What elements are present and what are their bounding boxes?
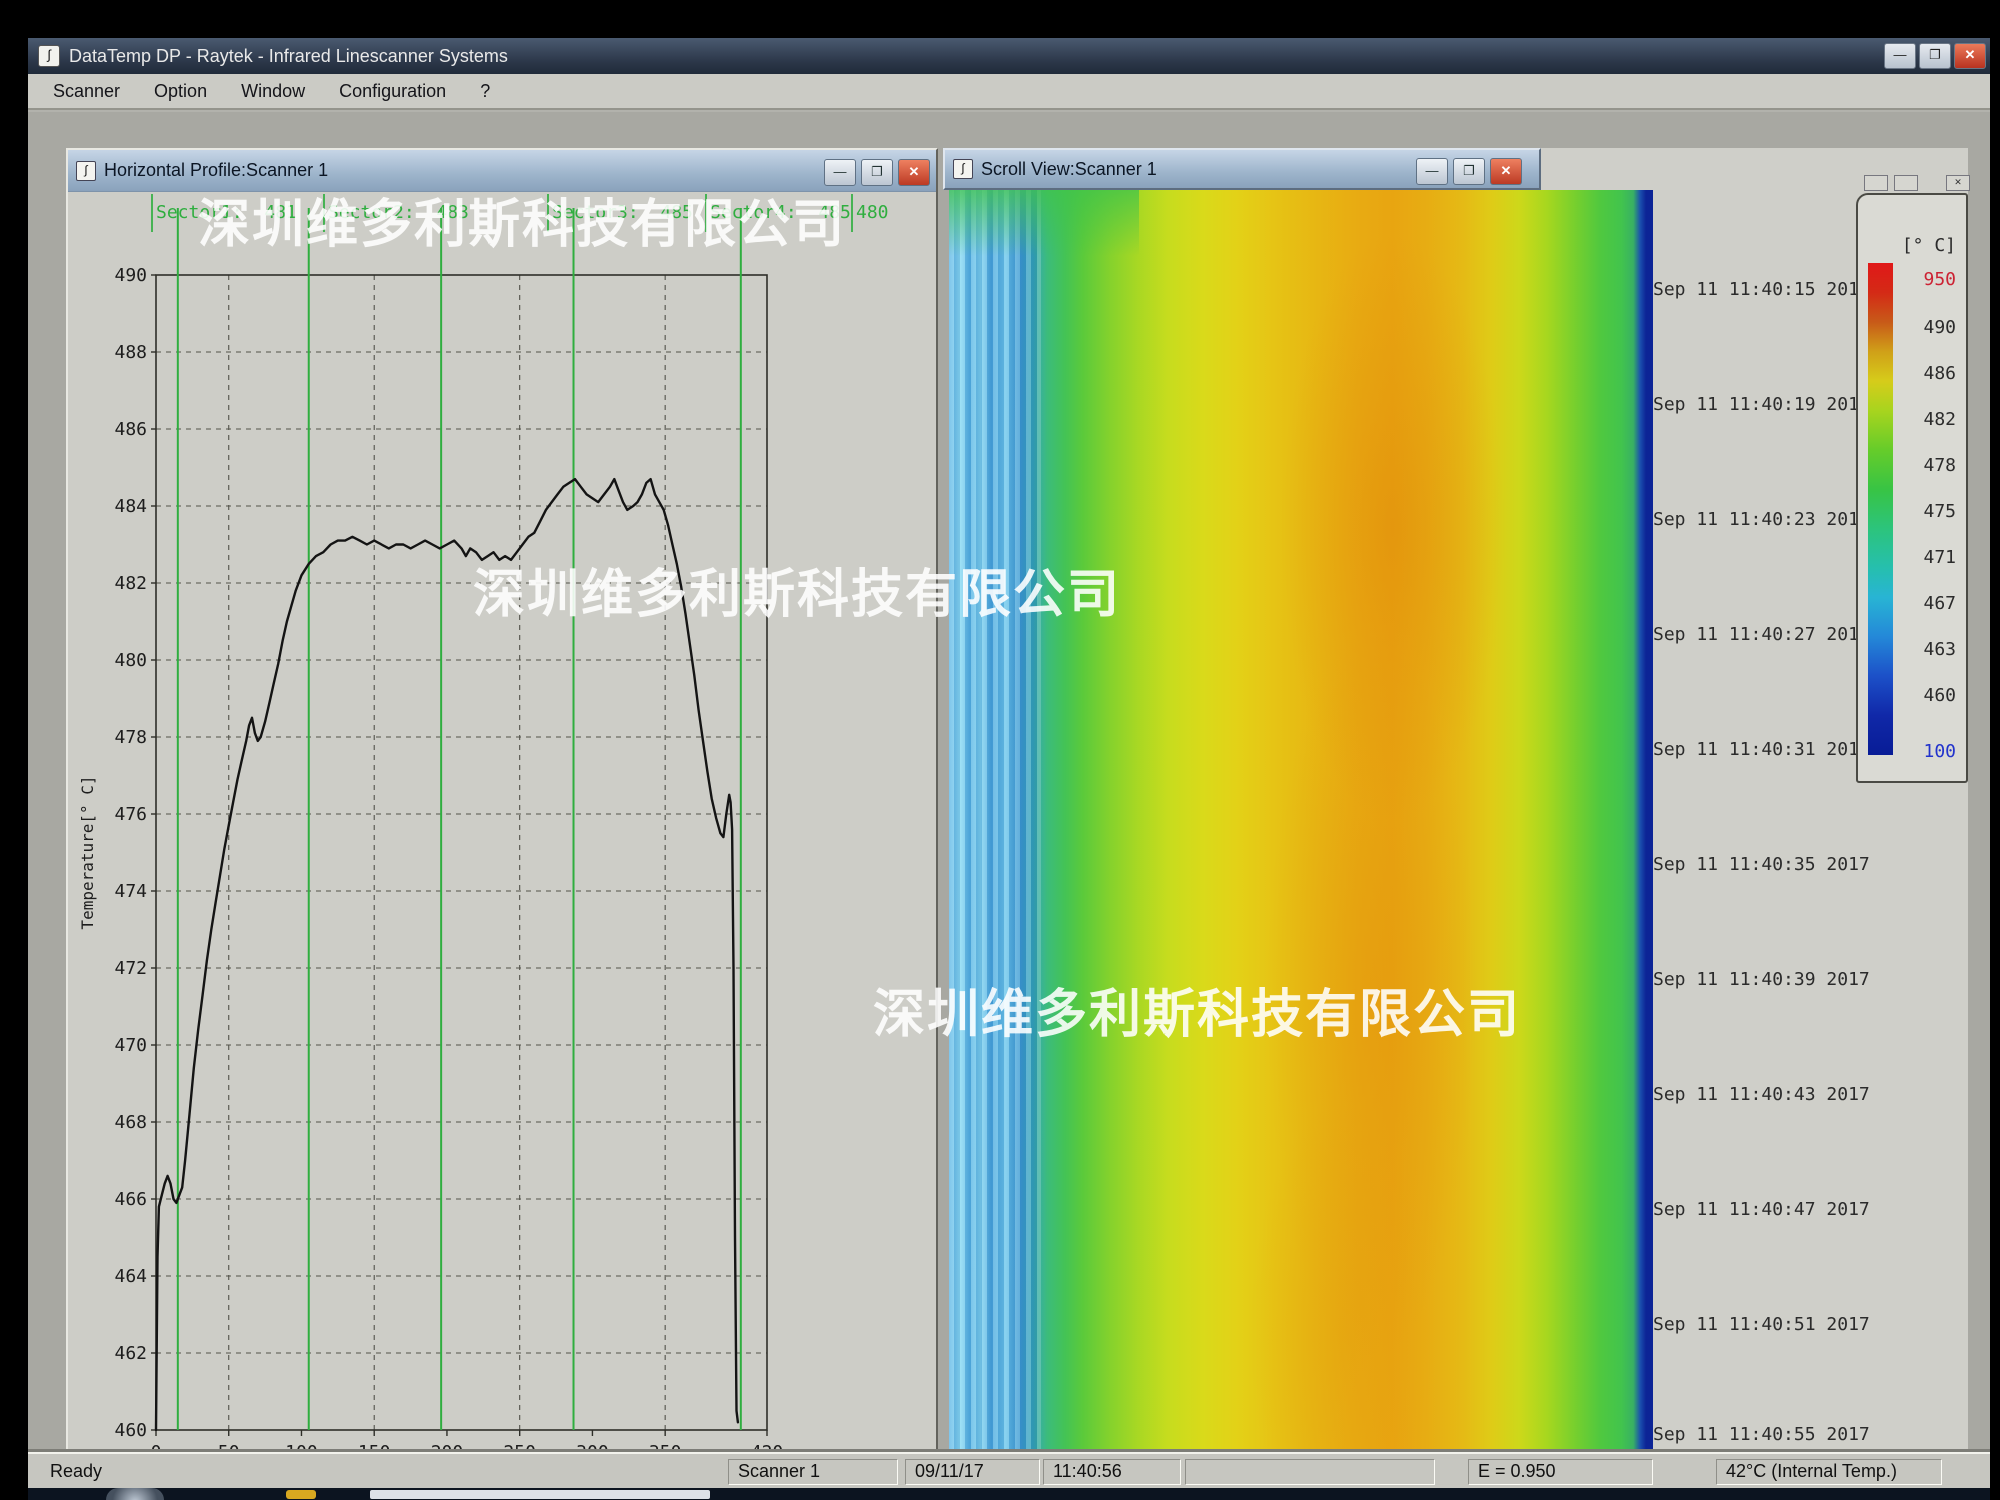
minimize-button[interactable] xyxy=(1864,175,1888,191)
close-button[interactable]: ✕ xyxy=(1954,43,1986,69)
scroll-window-title: Scroll View:Scanner 1 xyxy=(981,159,1157,180)
legend-min-value: 100 xyxy=(1923,741,1956,762)
chart-axis-labels: 460 462 464 466 468 470 472 474 476 478 480 482 484 4… xyxy=(78,265,783,1486)
status-time: 11:40:56 xyxy=(1043,1459,1181,1485)
close-button[interactable]: ✕ xyxy=(898,159,930,186)
scroll-window-controls: — ❐ ✕ xyxy=(1416,158,1522,185)
scan-line-timestamp: Sep 11 11:40:35 2017 xyxy=(1653,854,1870,875)
scan-line-timestamp: Sep 11 11:40:55 2017 xyxy=(1653,1424,1870,1445)
taskbar-app-button[interactable] xyxy=(370,1490,710,1499)
thermal-top-green xyxy=(949,190,1139,256)
taskbar xyxy=(28,1488,1990,1500)
scan-line-timestamp: Sep 11 11:40:19 2017 xyxy=(1653,394,1870,415)
legend-tick-value: 463 xyxy=(1923,639,1956,660)
svg-text:482: 482 xyxy=(114,573,147,594)
legend-color-bar xyxy=(1868,263,1893,755)
profile-window-controls: — ❐ ✕ xyxy=(824,159,930,186)
sector-boundary-lines xyxy=(178,208,741,1430)
minimize-button[interactable]: — xyxy=(1416,158,1448,185)
status-bar: Ready Scanner 1 09/11/17 11:40:56 E = 0.… xyxy=(28,1452,1990,1490)
close-button[interactable]: ✕ xyxy=(1490,158,1522,185)
app-title: DataTemp DP - Raytek - Infrared Linescan… xyxy=(69,46,508,67)
svg-text:486: 486 xyxy=(114,419,147,440)
svg-text:488: 488 xyxy=(114,342,147,363)
profile-titlebar[interactable]: ∫ Horizontal Profile:Scanner 1 xyxy=(68,150,936,192)
restore-button[interactable] xyxy=(1894,175,1918,191)
legend-max-value: 950 xyxy=(1923,269,1956,290)
status-empty-segment xyxy=(1185,1459,1435,1485)
temperature-curve xyxy=(156,479,738,1430)
svg-text:466: 466 xyxy=(114,1189,147,1210)
taskbar-folder-icon[interactable] xyxy=(286,1490,316,1499)
legend-tick-value: 475 xyxy=(1923,501,1956,522)
legend-tick-value: 486 xyxy=(1923,363,1956,384)
app-icon: ∫ xyxy=(38,45,60,67)
svg-text:484: 484 xyxy=(114,496,147,517)
menu-item-configuration[interactable]: Configuration xyxy=(322,75,463,108)
scan-line-timestamp: Sep 11 11:40:31 2017 xyxy=(1653,739,1870,760)
minimize-button[interactable]: — xyxy=(824,159,856,186)
scan-line-timestamp: Sep 11 11:40:27 2017 xyxy=(1653,624,1870,645)
menu-bar: ScannerOptionWindowConfiguration? xyxy=(28,74,1990,110)
temperature-legend: [° C] 950 490 486 482 478 475 471 467 463 460 10… xyxy=(1856,193,1968,783)
scroll-view-titlebar[interactable]: ∫ Scroll View:Scanner 1 — ❐ ✕ xyxy=(943,148,1541,190)
legend-tick-value: 471 xyxy=(1923,547,1956,568)
restore-button[interactable]: ❐ xyxy=(1919,43,1951,69)
svg-text:474: 474 xyxy=(114,881,147,902)
scan-line-timestamp: Sep 11 11:40:23 2017 xyxy=(1653,509,1870,530)
svg-text:468: 468 xyxy=(114,1112,147,1133)
svg-text:480: 480 xyxy=(114,650,147,671)
svg-text:470: 470 xyxy=(114,1035,147,1056)
scroll-window-icon: ∫ xyxy=(953,159,973,179)
chart-gridlines xyxy=(156,275,767,1430)
legend-tick-value: 482 xyxy=(1923,409,1956,430)
svg-text:490: 490 xyxy=(114,265,147,286)
status-emissivity: E = 0.950 xyxy=(1468,1459,1653,1485)
svg-text:Temperature[° C]: Temperature[° C] xyxy=(78,775,97,929)
legend-tick-value: 467 xyxy=(1923,593,1956,614)
status-date: 09/11/17 xyxy=(905,1459,1040,1485)
legend-unit: [° C] xyxy=(1902,235,1956,256)
legend-tick-value: 490 xyxy=(1923,317,1956,338)
main-titlebar: ∫ DataTemp DP - Raytek - Infrared Linesc… xyxy=(28,38,1990,74)
scan-line-timestamp: Sep 11 11:40:39 2017 xyxy=(1653,969,1870,990)
legend-tick-value: 478 xyxy=(1923,455,1956,476)
close-icon[interactable]: ✕ xyxy=(1946,175,1970,191)
status-scanner: Scanner 1 xyxy=(728,1459,898,1485)
restore-button[interactable]: ❐ xyxy=(1453,158,1485,185)
svg-text:472: 472 xyxy=(114,958,147,979)
thermal-scroll-image[interactable] xyxy=(949,190,1653,1490)
profile-chart: 460 462 464 466 468 470 472 474 476 478 480 482 484 4… xyxy=(76,206,932,1486)
status-internal-temp: 42°C (Internal Temp.) xyxy=(1716,1459,1942,1485)
scan-line-timestamp: Sep 11 11:40:15 2017 xyxy=(1653,279,1870,300)
chart-axes xyxy=(151,275,767,1436)
horizontal-profile-window: ∫ Horizontal Profile:Scanner 1 — ❐ ✕ Sec… xyxy=(66,148,938,1488)
profile-window-icon: ∫ xyxy=(76,161,96,181)
scan-line-timestamp: Sep 11 11:40:43 2017 xyxy=(1653,1084,1870,1105)
thermal-hot-spots xyxy=(949,190,1653,1490)
svg-text:462: 462 xyxy=(114,1343,147,1364)
scan-line-timestamp: Sep 11 11:40:51 2017 xyxy=(1653,1314,1870,1335)
svg-text:478: 478 xyxy=(114,727,147,748)
main-window-controls: — ❐ ✕ xyxy=(1884,43,1986,69)
start-button[interactable] xyxy=(106,1488,164,1500)
menu-item-help[interactable]: ? xyxy=(463,75,507,108)
svg-text:476: 476 xyxy=(114,804,147,825)
minimize-button[interactable]: — xyxy=(1884,43,1916,69)
scan-line-timestamp: Sep 11 11:40:47 2017 xyxy=(1653,1199,1870,1220)
legend-window-controls: ✕ xyxy=(1864,175,1970,191)
restore-button[interactable]: ❐ xyxy=(861,159,893,186)
menu-item-option[interactable]: Option xyxy=(137,75,224,108)
menu-item-scanner[interactable]: Scanner xyxy=(36,75,137,108)
svg-text:460: 460 xyxy=(114,1420,147,1441)
legend-tick-value: 460 xyxy=(1923,685,1956,706)
monitor-screen: ∫ DataTemp DP - Raytek - Infrared Linesc… xyxy=(28,38,1990,1500)
svg-text:464: 464 xyxy=(114,1266,147,1287)
profile-window-title: Horizontal Profile:Scanner 1 xyxy=(104,160,328,181)
menu-item-window[interactable]: Window xyxy=(224,75,322,108)
status-ready: Ready xyxy=(50,1461,102,1482)
